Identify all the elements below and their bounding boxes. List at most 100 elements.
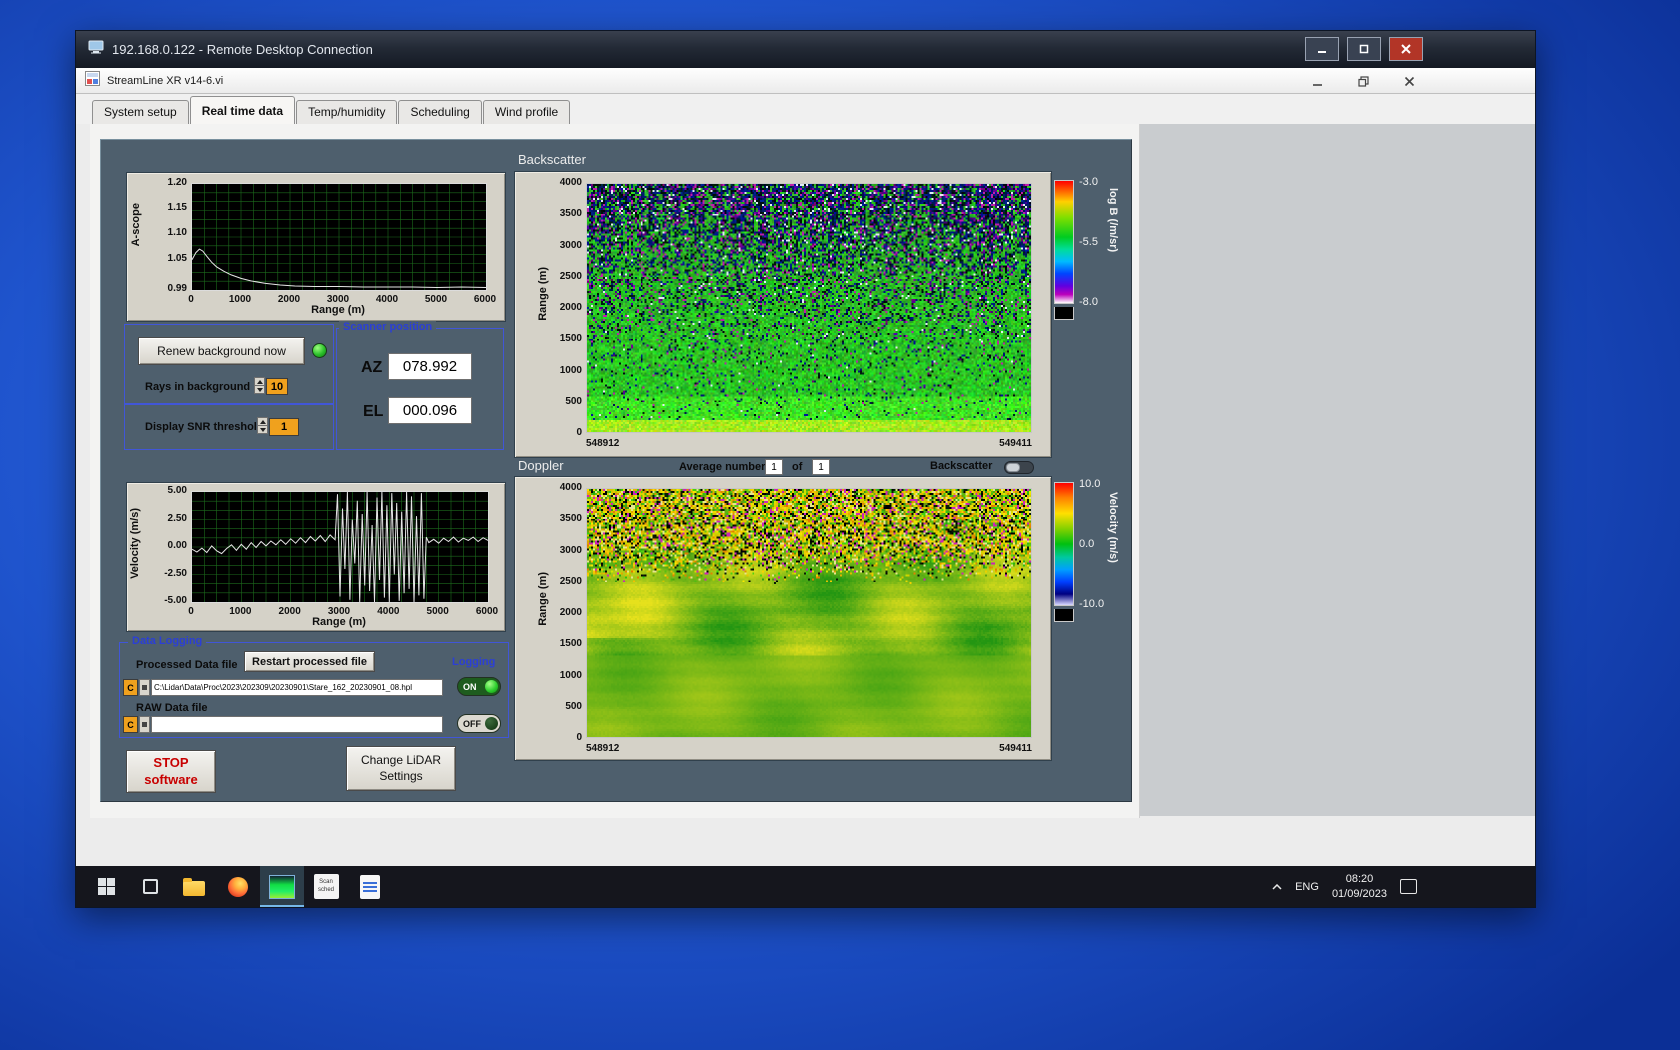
axis-tick-label: 1.05 [167,252,187,264]
doppler-x-min: 548912 [586,743,620,754]
processed-path-field[interactable]: C:\Lidar\Data\Proc\2023\202309\20230901\… [151,679,443,696]
start-button[interactable] [84,866,128,907]
scan-icon-text-1: Scan [319,879,333,886]
app-close-button[interactable] [1400,73,1418,89]
axis-tick-label: 0.99 [167,283,187,294]
scanner-position-group: Scanner position AZ 078.992 EL 000.096 [336,321,504,450]
file-explorer-button[interactable] [172,866,216,907]
tab-scheduling[interactable]: Scheduling [398,100,482,124]
firefox-icon [228,876,248,897]
average-number-label: Average number [679,461,766,473]
labview-vi-icon [85,70,100,91]
axis-tick-label: 6000 [475,606,499,617]
rays-value-field[interactable]: 10 [266,378,288,395]
change-lidar-settings-button[interactable]: Change LiDAR Settings [346,746,456,791]
processed-browse-icon[interactable] [139,679,150,696]
rdp-minimize-button[interactable] [1305,37,1339,61]
off-label: OFF [463,718,481,729]
axis-tick-label: 2500 [559,575,582,587]
rdp-maximize-button[interactable] [1347,37,1381,61]
tab-wind-profile[interactable]: Wind profile [482,100,571,124]
raw-drive-select[interactable]: C [123,716,138,733]
snr-threshold-group: Display SNR threshold 1 [124,404,334,450]
az-label: AZ [361,359,383,376]
raw-path-field[interactable] [151,716,443,733]
backscatter-heatmap-panel: Range (m) 548912 549411 4000 3500 3000 2500… [514,171,1052,458]
rays-spinner[interactable] [254,377,265,395]
raw-browse-icon[interactable] [139,716,150,733]
backscatter-x-max: 549411 [999,438,1032,449]
el-label: EL [363,403,384,420]
colorbar-tick: -8.0 [1079,296,1098,308]
raw-logging-toggle[interactable]: OFF [457,714,501,733]
firefox-button[interactable] [216,866,260,907]
close-icon [1401,44,1411,54]
action-center-icon[interactable] [1400,879,1417,894]
stop-software-button[interactable]: STOP software [126,750,216,793]
average-of-label: of [792,461,803,473]
processed-drive-select[interactable]: C [123,679,138,696]
snr-value-field[interactable]: 1 [269,418,299,436]
notes-app-icon [360,874,380,899]
doppler-heatmap-panel: Range (m) 548912 549411 4000 3500 3000 2500… [514,476,1052,761]
velocity-y-axis-label: Velocity (m/s) [129,508,141,579]
app-titlebar[interactable]: StreamLine XR v14-6.vi [76,68,1535,94]
app-restore-button[interactable] [1354,73,1372,89]
colorbar-tick: -3.0 [1079,176,1098,188]
renew-background-button[interactable]: Renew background now [138,337,305,365]
backscatter-x-min: 548912 [586,438,620,449]
raw-data-file-label: RAW Data file [136,702,208,714]
axis-tick-label: 500 [565,700,582,712]
backscatter-toggle-label: Backscatter [930,460,993,472]
toggle-knob[interactable] [1006,463,1020,472]
taskbar-clock[interactable]: 08:20 01/09/2023 [1332,872,1387,901]
background-controls-group: Renew background now Rays in background … [124,324,334,404]
velocity-chart: Velocity (m/s) Range (m) 5.00 2.50 0.00 -2.… [126,482,506,632]
ascope-x-axis-label: Range (m) [311,304,365,316]
ascope-y-axis-label: A-scope [130,203,142,247]
task-view-button[interactable] [128,866,172,907]
scan-scheduler-button[interactable]: Scan sched [304,866,348,907]
axis-tick-label: -2.50 [164,567,187,579]
tab-system-setup[interactable]: System setup [92,100,189,124]
axis-tick-label: 0 [188,606,194,617]
restart-processed-file-button[interactable]: Restart processed file [244,651,375,672]
axis-tick-label: 0 [576,732,582,743]
doppler-heatmap [586,488,1032,738]
close-icon [1404,76,1414,86]
processed-logging-toggle[interactable]: ON [457,677,501,696]
axis-tick-label: 0 [188,294,194,305]
on-label: ON [463,681,477,692]
stop-line2: software [144,771,198,787]
spin-down-icon[interactable] [254,385,265,394]
axis-tick-label: 0 [576,427,582,438]
backscatter-display-toggle[interactable] [1004,461,1034,474]
backscatter-colorbar-label: log B (/m/sr) [1107,188,1119,253]
background-status-led [312,343,327,358]
tab-real-time-data[interactable]: Real time data [189,96,296,124]
remote-taskbar: Scan sched ENG 08:20 01/09/2023 [76,866,1535,907]
app-minimize-button[interactable] [1308,73,1326,89]
average-total-field[interactable]: 1 [812,459,830,475]
backscatter-title: Backscatter [518,152,586,167]
rdp-titlebar[interactable]: 192.168.0.122 - Remote Desktop Connectio… [76,31,1535,68]
axis-tick-label: 2000 [277,294,301,305]
axis-tick-label: 3000 [327,606,351,617]
rdp-close-button[interactable] [1389,37,1423,61]
spin-down-icon[interactable] [257,425,268,434]
average-number-field[interactable]: 1 [765,459,783,475]
notes-app-button[interactable] [348,866,392,907]
main-panel: Backscatter A-scope Range (m) 1.20 1.15 1.… [100,139,1132,802]
tab-temp-humidity[interactable]: Temp/humidity [296,100,398,124]
streamline-app-button[interactable] [260,866,304,907]
processed-data-file-label: Processed Data file [136,659,238,671]
doppler-colorbar: 10.0 0.0 -10.0 [1054,478,1104,622]
tray-expand-chevron[interactable] [1272,883,1282,890]
axis-tick-label: 3000 [559,239,582,251]
snr-spinner[interactable] [257,417,268,435]
axis-tick-label: 1.15 [167,202,187,214]
desktop-background: 192.168.0.122 - Remote Desktop Connectio… [0,0,1680,1050]
logging-off-led [485,717,498,730]
doppler-title: Doppler [518,458,564,473]
language-indicator[interactable]: ENG [1295,881,1319,893]
